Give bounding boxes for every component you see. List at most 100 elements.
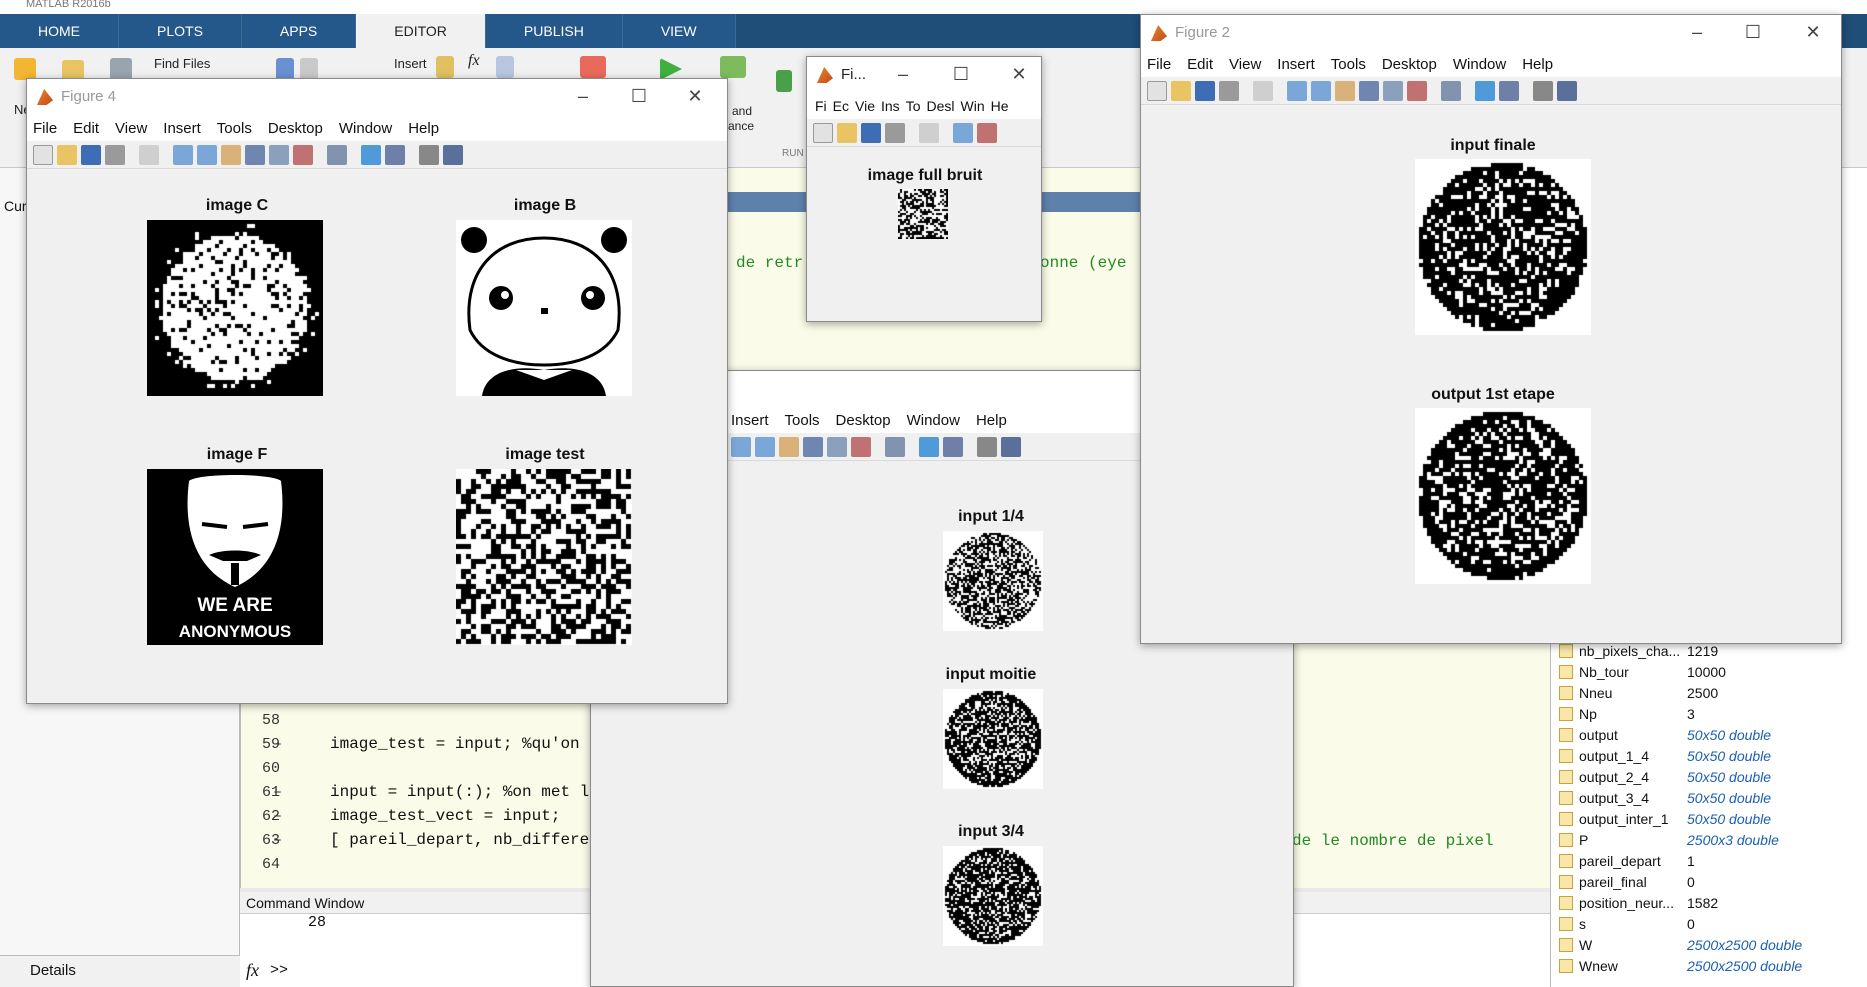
fx-button[interactable]: fx xyxy=(468,52,480,70)
menu-insert[interactable]: Insert xyxy=(731,412,769,429)
menu-insert[interactable]: Insert xyxy=(1277,56,1315,73)
brush-icon[interactable] xyxy=(851,436,871,457)
print-icon[interactable] xyxy=(1219,80,1239,101)
breakpoint-dash[interactable]: – xyxy=(268,808,282,825)
figure-window-2[interactable]: Figure 2 – ☐ ✕ File Edit View Insert Too… xyxy=(1140,14,1842,644)
workspace-variable-row[interactable]: output 50x50 double xyxy=(1559,724,1859,745)
new-figure-icon[interactable] xyxy=(1147,80,1167,101)
back-arrow-icon[interactable] xyxy=(276,58,294,80)
print-icon[interactable] xyxy=(105,144,125,165)
run-advance-icon[interactable] xyxy=(776,70,792,92)
hide-plot-tools-icon[interactable] xyxy=(1533,80,1553,101)
rotate-icon[interactable] xyxy=(803,436,823,457)
tab-view[interactable]: VIEW xyxy=(622,14,736,48)
figure-window-small[interactable]: Fi... – ☐ ✕ Fi Ec Vie Ins To Desl Win He… xyxy=(806,56,1042,322)
workspace-variable-row[interactable]: output_2_4 50x50 double xyxy=(1559,766,1859,787)
open-icon[interactable] xyxy=(57,144,77,165)
maximize-icon[interactable]: ☐ xyxy=(949,63,973,85)
pointer-icon[interactable] xyxy=(919,122,939,143)
zoom-in-icon[interactable] xyxy=(953,122,973,143)
tab-plots[interactable]: PLOTS xyxy=(119,14,242,48)
breakpoint-dash[interactable]: – xyxy=(268,736,282,753)
rotate-icon[interactable] xyxy=(1359,80,1379,101)
menu-view[interactable]: View xyxy=(1229,56,1261,73)
workspace-variable-row[interactable]: output_3_4 50x50 double xyxy=(1559,787,1859,808)
link-icon[interactable] xyxy=(885,436,905,457)
pointer-icon[interactable] xyxy=(1253,80,1273,101)
menu-tools[interactable]: Tools xyxy=(217,120,252,137)
workspace-variable-row[interactable]: W 2500x2500 double xyxy=(1559,934,1859,955)
save-icon[interactable] xyxy=(1195,80,1215,101)
workspace-variable-row[interactable]: Wnew 2500x2500 double xyxy=(1559,955,1859,976)
tab-apps[interactable]: APPS xyxy=(241,14,357,48)
menu-desktop[interactable]: Desktop xyxy=(1382,56,1437,73)
menu-tools[interactable]: Tools xyxy=(785,412,820,429)
new-figure-icon[interactable] xyxy=(33,144,53,165)
maximize-icon[interactable]: ☐ xyxy=(627,85,651,107)
brush-icon[interactable] xyxy=(293,144,313,165)
details-panel[interactable]: Details xyxy=(0,955,240,987)
save-icon[interactable] xyxy=(861,122,881,143)
menu-view[interactable]: View xyxy=(115,120,147,137)
colorbar-icon[interactable] xyxy=(361,144,381,165)
menu-insert[interactable]: Insert xyxy=(163,120,201,137)
menu-window[interactable]: Window xyxy=(339,120,392,137)
minimize-icon[interactable]: – xyxy=(1685,21,1709,43)
run-icon[interactable] xyxy=(660,58,682,80)
hide-plot-tools-icon[interactable] xyxy=(419,144,439,165)
new-icon[interactable] xyxy=(14,58,36,80)
maximize-icon[interactable]: ☐ xyxy=(1741,21,1765,43)
insert-button[interactable]: Insert xyxy=(394,56,427,71)
workspace-variable-row[interactable]: Nb_tour 10000 xyxy=(1559,661,1859,682)
zoom-in-icon[interactable] xyxy=(173,144,193,165)
zoom-out-icon[interactable] xyxy=(197,144,217,165)
close-icon[interactable]: ✕ xyxy=(683,85,707,107)
menu-edit[interactable]: Edit xyxy=(73,120,99,137)
find-files-button[interactable]: Find Files xyxy=(154,56,210,71)
menu-tools[interactable]: To xyxy=(906,98,921,114)
menu-desktop[interactable]: Desktop xyxy=(268,120,323,137)
data-cursor-icon[interactable] xyxy=(1383,80,1403,101)
menu-edit[interactable]: Ec xyxy=(833,98,849,114)
menu-window[interactable]: Win xyxy=(961,98,985,114)
save-icon[interactable] xyxy=(81,144,101,165)
data-cursor-icon[interactable] xyxy=(827,436,847,457)
menu-tools[interactable]: Tools xyxy=(1331,56,1366,73)
figure-window-4[interactable]: Figure 4 – ☐ ✕ File Edit View Insert Too… xyxy=(26,78,728,704)
menu-help[interactable]: Help xyxy=(976,412,1007,429)
code-line[interactable]: image_test = input; %qu'on xyxy=(330,735,580,753)
link-icon[interactable] xyxy=(327,144,347,165)
legend-icon[interactable] xyxy=(385,144,405,165)
workspace-variable-row[interactable]: P 2500x3 double xyxy=(1559,829,1859,850)
colorbar-icon[interactable] xyxy=(1475,80,1495,101)
forward-arrow-icon[interactable] xyxy=(300,58,318,80)
legend-icon[interactable] xyxy=(1499,80,1519,101)
code-line[interactable]: input = input(:); %on met l xyxy=(330,783,589,801)
breakpoint-dash[interactable]: – xyxy=(268,832,282,849)
tab-publish[interactable]: PUBLISH xyxy=(485,14,623,48)
minimize-icon[interactable]: – xyxy=(891,63,915,85)
pan-icon[interactable] xyxy=(779,436,799,457)
zoom-out-icon[interactable] xyxy=(1311,80,1331,101)
workspace-variable-row[interactable]: Np 3 xyxy=(1559,703,1859,724)
breakpoints-icon[interactable] xyxy=(580,56,606,78)
show-plot-tools-icon[interactable] xyxy=(1001,436,1021,457)
link-icon[interactable] xyxy=(1441,80,1461,101)
minimize-icon[interactable]: – xyxy=(571,85,595,107)
legend-icon[interactable] xyxy=(943,436,963,457)
comment-icon[interactable] xyxy=(496,56,514,78)
open-icon[interactable] xyxy=(837,122,857,143)
close-icon[interactable]: ✕ xyxy=(1007,63,1031,85)
pointer-icon[interactable] xyxy=(139,144,159,165)
zoom-in-icon[interactable] xyxy=(1287,80,1307,101)
zoom-out-icon[interactable] xyxy=(755,436,775,457)
workspace-variable-row[interactable]: output_inter_1 50x50 double xyxy=(1559,808,1859,829)
show-plot-tools-icon[interactable] xyxy=(443,144,463,165)
run-section-icon[interactable] xyxy=(720,56,746,78)
workspace-variable-row[interactable]: pareil_final 0 xyxy=(1559,871,1859,892)
zoom-in-icon[interactable] xyxy=(731,436,751,457)
data-cursor-icon[interactable] xyxy=(269,144,289,165)
workspace-variable-row[interactable]: Nneu 2500 xyxy=(1559,682,1859,703)
workspace-variable-row[interactable]: s0 xyxy=(1559,913,1859,934)
workspace-variable-row[interactable]: position_neur... 1582 xyxy=(1559,892,1859,913)
